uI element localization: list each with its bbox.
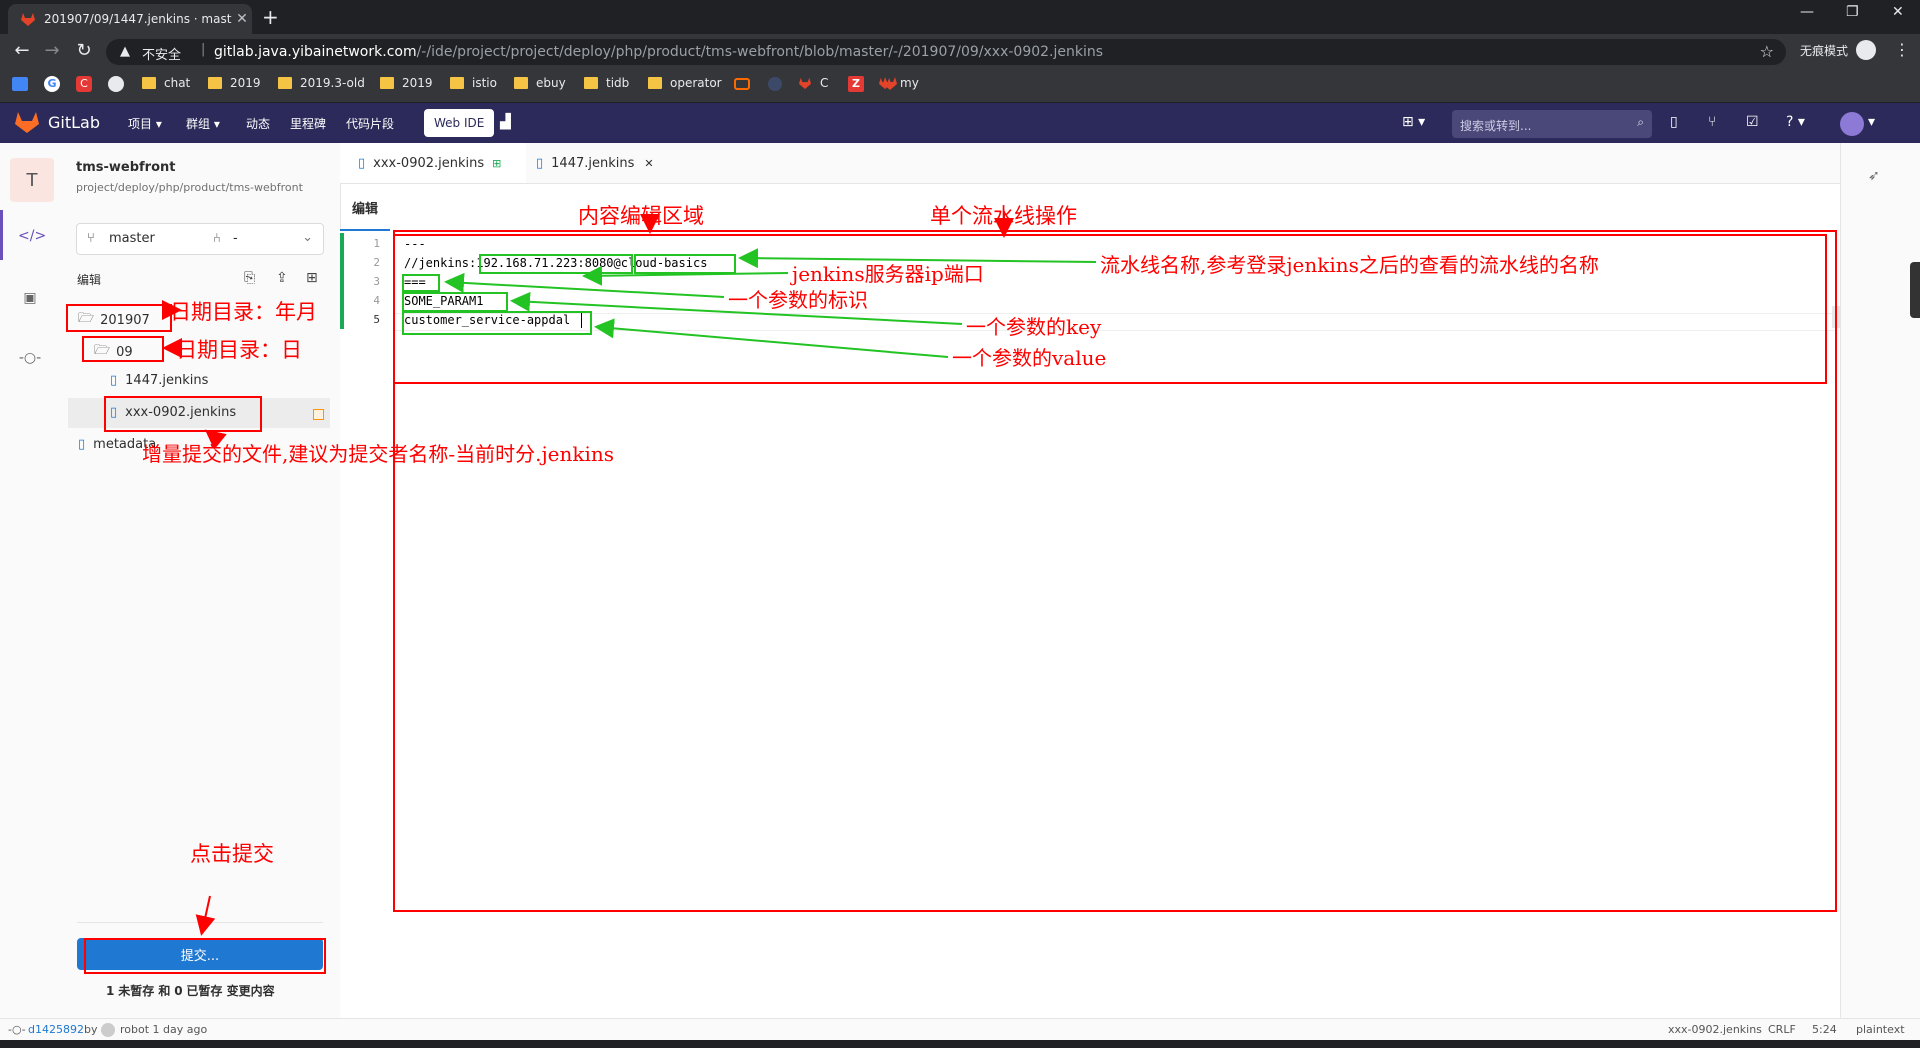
arrow-file [204, 429, 227, 450]
arrow-commit [195, 895, 216, 936]
arrow-pipeline-name [738, 248, 1097, 269]
annotation-arrows [162, 214, 1097, 936]
arrow-value [594, 318, 949, 358]
arrow-key [510, 291, 963, 325]
arrow-marker [444, 272, 725, 298]
arrow-ip [582, 265, 789, 286]
